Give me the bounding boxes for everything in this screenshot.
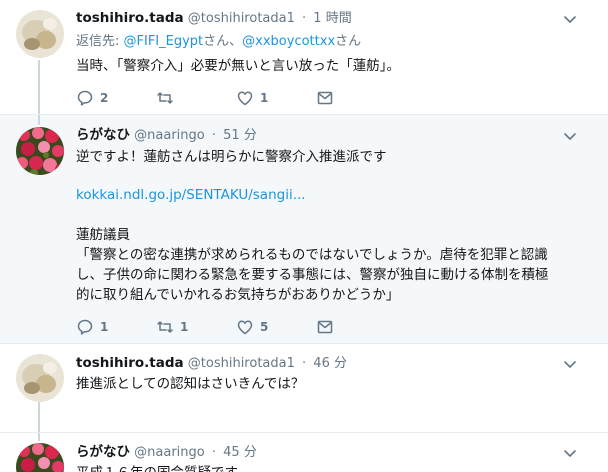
like-icon	[237, 320, 253, 335]
reply-count: 2	[100, 91, 109, 105]
timestamp[interactable]: 46 分	[313, 356, 347, 371]
tweet-text: 推進派としての認知はさいきんでは？	[76, 376, 305, 392]
avatar-image	[16, 354, 64, 402]
timestamp[interactable]: 45 分	[223, 445, 257, 460]
avatar[interactable]	[16, 443, 64, 472]
mention-link[interactable]: @xxboycottxx	[242, 34, 335, 49]
display-name[interactable]: toshihiro.tada	[76, 10, 184, 26]
tweet-text: 当時、「警察介入」必要が無いと言い放った「蓮舫」。	[76, 58, 400, 74]
retweet-button[interactable]	[156, 88, 180, 108]
user-handle[interactable]: @naaringo	[134, 445, 205, 460]
direct-message-button[interactable]	[316, 88, 334, 108]
reply-suffix: さん	[335, 34, 362, 49]
like-count: 5	[260, 320, 269, 334]
avatar-image	[16, 127, 64, 175]
tweet-2[interactable]: らがなひ @naaringo · 51 分 逆ですよ！蓮舫さんは明らかに警察介入…	[0, 115, 608, 343]
tweet-text-line: 蓮舫議員	[76, 227, 130, 243]
retweet-button[interactable]: 1	[156, 317, 188, 337]
avatar-image	[16, 443, 64, 472]
like-count: 1	[260, 91, 269, 105]
tweet-header: らがなひ @naaringo · 51 分	[76, 126, 257, 145]
reply-button[interactable]: 1	[76, 317, 108, 337]
tweet-text: 平成１６年の国会質疑です	[76, 463, 584, 472]
thread-line	[38, 115, 40, 125]
avatar[interactable]	[16, 10, 64, 58]
tweet-4[interactable]: らがなひ @naaringo · 45 分 平成１６年の国会質疑です	[0, 433, 608, 472]
retweet-icon	[157, 321, 173, 333]
message-icon	[317, 91, 333, 105]
retweet-count: 1	[180, 320, 189, 334]
like-icon	[237, 91, 253, 106]
avatar[interactable]	[16, 354, 64, 402]
chevron-down-icon[interactable]	[562, 445, 578, 461]
tweet-3[interactable]: toshihiro.tada @toshihirotada1 · 46 分 推進…	[0, 344, 608, 432]
like-button[interactable]: 5	[236, 317, 268, 337]
display-name[interactable]: らがなひ	[76, 444, 130, 460]
thread-line	[38, 402, 40, 432]
tweet-text-line: 逆ですよ！蓮舫さんは明らかに警察介入推進派です	[76, 149, 387, 165]
tweet-header: toshihiro.tada @toshihirotada1 · 1 時間	[76, 9, 352, 28]
tweet-link[interactable]: kokkai.ndl.go.jp/SENTAKU/sangii...	[76, 185, 306, 205]
reply-count: 1	[100, 320, 109, 334]
user-handle[interactable]: @toshihirotada1	[188, 356, 295, 371]
message-icon	[317, 320, 333, 334]
display-name[interactable]: toshihiro.tada	[76, 355, 184, 371]
reply-context: 返信先: @FIFI_Egyptさん、@xxboycottxxさん	[76, 33, 361, 51]
separator-dot: ·	[302, 356, 307, 371]
reply-joiner: さん、	[203, 34, 243, 49]
reply-button[interactable]: 2	[76, 88, 108, 108]
chevron-down-icon[interactable]	[562, 128, 578, 144]
reply-icon	[77, 319, 93, 335]
tweet-header: らがなひ @naaringo · 45 分	[76, 443, 257, 462]
reply-prefix: 返信先:	[76, 34, 124, 49]
timestamp[interactable]: 1 時間	[313, 11, 351, 26]
separator-dot: ·	[211, 128, 216, 143]
timestamp[interactable]: 51 分	[223, 128, 257, 143]
tweet-header: toshihiro.tada @toshihirotada1 · 46 分	[76, 354, 347, 373]
user-handle[interactable]: @toshihirotada1	[188, 11, 295, 26]
chevron-down-icon[interactable]	[562, 356, 578, 372]
separator-dot: ·	[211, 445, 216, 460]
like-button[interactable]: 1	[236, 88, 268, 108]
avatar-image	[16, 10, 64, 58]
tweet-1[interactable]: toshihiro.tada @toshihirotada1 · 1 時間 返信…	[0, 0, 608, 114]
chevron-down-icon[interactable]	[562, 11, 578, 27]
retweet-icon	[157, 92, 173, 104]
display-name[interactable]: らがなひ	[76, 127, 130, 143]
separator-dot: ·	[302, 11, 307, 26]
reply-icon	[77, 90, 93, 106]
tweet-quote-line: 「警察との密な連携が求められるものではないでしょうか。虐待を犯罪と認識	[76, 247, 548, 263]
tweet-quote-line: し、子供の命に関わる緊急を要する事態には、警察が独自に動ける体制を積極	[76, 267, 549, 283]
avatar[interactable]	[16, 127, 64, 175]
mention-link[interactable]: @FIFI_Egypt	[124, 34, 204, 49]
tweet-quote-line: 的に取り組んでいかれるお気持ちがおありかどうか」	[76, 287, 400, 303]
thread-line	[38, 60, 40, 114]
direct-message-button[interactable]	[316, 317, 334, 337]
user-handle[interactable]: @naaringo	[134, 128, 205, 143]
thread-line	[38, 433, 40, 441]
